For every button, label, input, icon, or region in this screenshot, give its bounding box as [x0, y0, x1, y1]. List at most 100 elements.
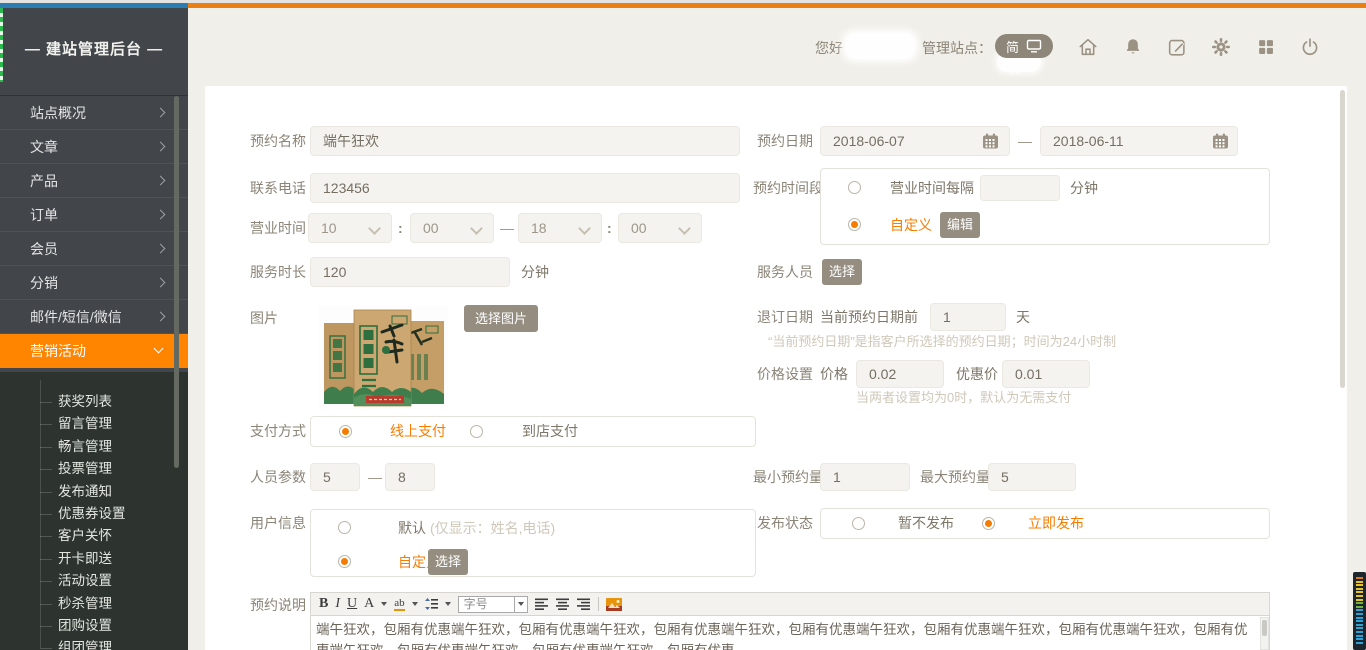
sidebar-subitem-6[interactable]: 优惠券设置 [0, 503, 188, 525]
max-booking-input[interactable] [988, 463, 1076, 491]
user-info-select-button[interactable]: 选择 [428, 549, 468, 575]
floating-widget[interactable] [1353, 572, 1366, 650]
insert-image-icon[interactable] [606, 598, 622, 611]
discount-price-input[interactable] [1002, 360, 1090, 388]
min-booking-label: 最小预约量 [753, 462, 823, 492]
service-duration-input[interactable] [310, 257, 510, 287]
sidebar-item-3[interactable]: 产品 [0, 164, 188, 198]
font-color-button[interactable]: A [364, 596, 374, 612]
discount-price-label: 优惠价 [956, 359, 998, 389]
language-button[interactable]: 简 [995, 34, 1053, 58]
chevron-right-icon [156, 108, 166, 118]
price-note: 当两者设置均为0时，默认为无需支付 [856, 389, 1071, 407]
service-staff-select-button[interactable]: 选择 [822, 259, 862, 285]
editor-scrollbar[interactable] [1260, 617, 1269, 650]
time-slot-edit-button[interactable]: 编辑 [940, 212, 980, 238]
sidebar-subitem-12[interactable]: 组团管理 [0, 637, 188, 650]
sidebar-subnav: 获奖列表留言管理畅言管理投票管理发布通知优惠券设置客户关怀开卡即送活动设置秒杀管… [0, 372, 188, 650]
booking-date-end-input[interactable] [1040, 126, 1238, 156]
align-center-icon[interactable] [556, 598, 570, 610]
sidebar-item-6[interactable]: 分销 [0, 266, 188, 300]
gear-icon[interactable] [1210, 36, 1232, 58]
sidebar-item-7[interactable]: 邮件/短信/微信 [0, 300, 188, 334]
font-color-caret-icon[interactable] [381, 602, 387, 606]
publish-hold-label: 暂不发布 [898, 508, 954, 539]
sidebar-subitem-9[interactable]: 活动设置 [0, 570, 188, 592]
sidebar-subitem-4[interactable]: 投票管理 [0, 458, 188, 480]
line-height-icon[interactable] [425, 598, 438, 610]
highlight-caret-icon[interactable] [412, 602, 418, 606]
time-slot-interval-input[interactable] [980, 175, 1060, 201]
sidebar-subitem-8[interactable]: 开卡即送 [0, 548, 188, 570]
chevron-down-icon [154, 344, 164, 354]
time-slot-business-radio[interactable] [848, 181, 861, 194]
bold-button[interactable]: B [319, 596, 328, 612]
publish-hold-radio[interactable] [852, 517, 865, 530]
sidebar-subitem-3[interactable]: 畅言管理 [0, 436, 188, 458]
sidebar-subitem-5[interactable]: 发布通知 [0, 481, 188, 503]
highlight-button[interactable]: ab [394, 597, 404, 611]
sidebar-subitem-11[interactable]: 团购设置 [0, 615, 188, 637]
redacted-username [845, 33, 915, 59]
time-slot-custom-radio[interactable] [848, 218, 861, 231]
panel-scrollbar[interactable] [1340, 90, 1345, 388]
monitor-icon [1026, 39, 1042, 53]
payment-store-radio[interactable] [470, 425, 483, 438]
font-size-dropdown-icon[interactable] [514, 597, 527, 612]
user-info-custom-radio[interactable] [338, 555, 351, 568]
price-input[interactable] [856, 360, 944, 388]
apps-icon[interactable] [1255, 36, 1277, 58]
min-booking-input[interactable] [820, 463, 910, 491]
sidebar-item-8[interactable]: 营销活动 [0, 334, 188, 368]
align-right-icon[interactable] [577, 598, 591, 610]
sidebar-item-label: 邮件/短信/微信 [30, 309, 122, 325]
booking-name-input[interactable] [310, 126, 740, 156]
home-icon[interactable] [1077, 36, 1099, 58]
product-image [318, 306, 448, 409]
sidebar-scrollbar[interactable] [174, 96, 179, 468]
choose-image-button[interactable]: 选择图片 [464, 305, 538, 332]
bell-icon[interactable] [1122, 36, 1144, 58]
calendar-icon[interactable] [1212, 133, 1229, 149]
end-minute-select[interactable]: 00 [618, 213, 702, 243]
business-hours-label: 营业时间 [250, 213, 306, 243]
sidebar-item-1[interactable]: 站点概况 [0, 96, 188, 130]
user-info-label: 用户信息 [250, 508, 306, 538]
sidebar-item-2[interactable]: 文章 [0, 130, 188, 164]
sidebar-item-5[interactable]: 会员 [0, 232, 188, 266]
cancel-days-input[interactable] [930, 303, 1006, 331]
tree-branch [40, 581, 52, 582]
sidebar-subitem-2[interactable]: 留言管理 [0, 413, 188, 435]
start-minute-select[interactable]: 00 [410, 213, 494, 243]
payment-online-radio[interactable] [339, 425, 352, 438]
editor-content-area[interactable]: 端午狂欢，包厢有优惠端午狂欢，包厢有优惠端午狂欢，包厢有优惠端午狂欢，包厢有优惠… [310, 616, 1270, 650]
align-left-icon[interactable] [535, 598, 549, 610]
start-hour-select[interactable]: 10 [308, 213, 392, 243]
edit-icon[interactable] [1166, 36, 1188, 58]
people-max-input[interactable] [385, 463, 435, 491]
people-min-input[interactable] [310, 463, 360, 491]
editor-text[interactable]: 端午狂欢，包厢有优惠端午狂欢，包厢有优惠端午狂欢，包厢有优惠端午狂欢，包厢有优惠… [311, 616, 1269, 650]
calendar-icon[interactable] [982, 133, 999, 149]
publish-now-radio[interactable] [982, 517, 995, 530]
sidebar-subitem-7[interactable]: 客户关怀 [0, 525, 188, 547]
font-size-select[interactable]: 字号 [458, 596, 528, 613]
power-icon[interactable] [1299, 36, 1321, 58]
publish-now-label[interactable]: 立即发布 [1028, 508, 1084, 539]
sidebar-subitem-10[interactable]: 秒杀管理 [0, 593, 188, 615]
editor-toolbar: B I U A ab 字号 [310, 592, 1270, 616]
sidebar-item-label: 订单 [30, 207, 58, 223]
time-colon: : [607, 213, 612, 243]
sidebar-item-4[interactable]: 订单 [0, 198, 188, 232]
line-height-caret-icon[interactable] [445, 602, 451, 606]
contact-phone-input[interactable] [310, 173, 740, 203]
user-info-default-radio[interactable] [338, 521, 351, 534]
image-label: 图片 [250, 303, 278, 333]
underline-button[interactable]: U [347, 596, 357, 612]
payment-online-label[interactable]: 线上支付 [390, 416, 446, 447]
end-hour-select[interactable]: 18 [518, 213, 602, 243]
service-staff-label: 服务人员 [757, 257, 813, 287]
time-slot-custom-label[interactable]: 自定义 [890, 210, 932, 240]
italic-button[interactable]: I [335, 596, 340, 612]
sidebar-subitem-1[interactable]: 获奖列表 [0, 391, 188, 413]
